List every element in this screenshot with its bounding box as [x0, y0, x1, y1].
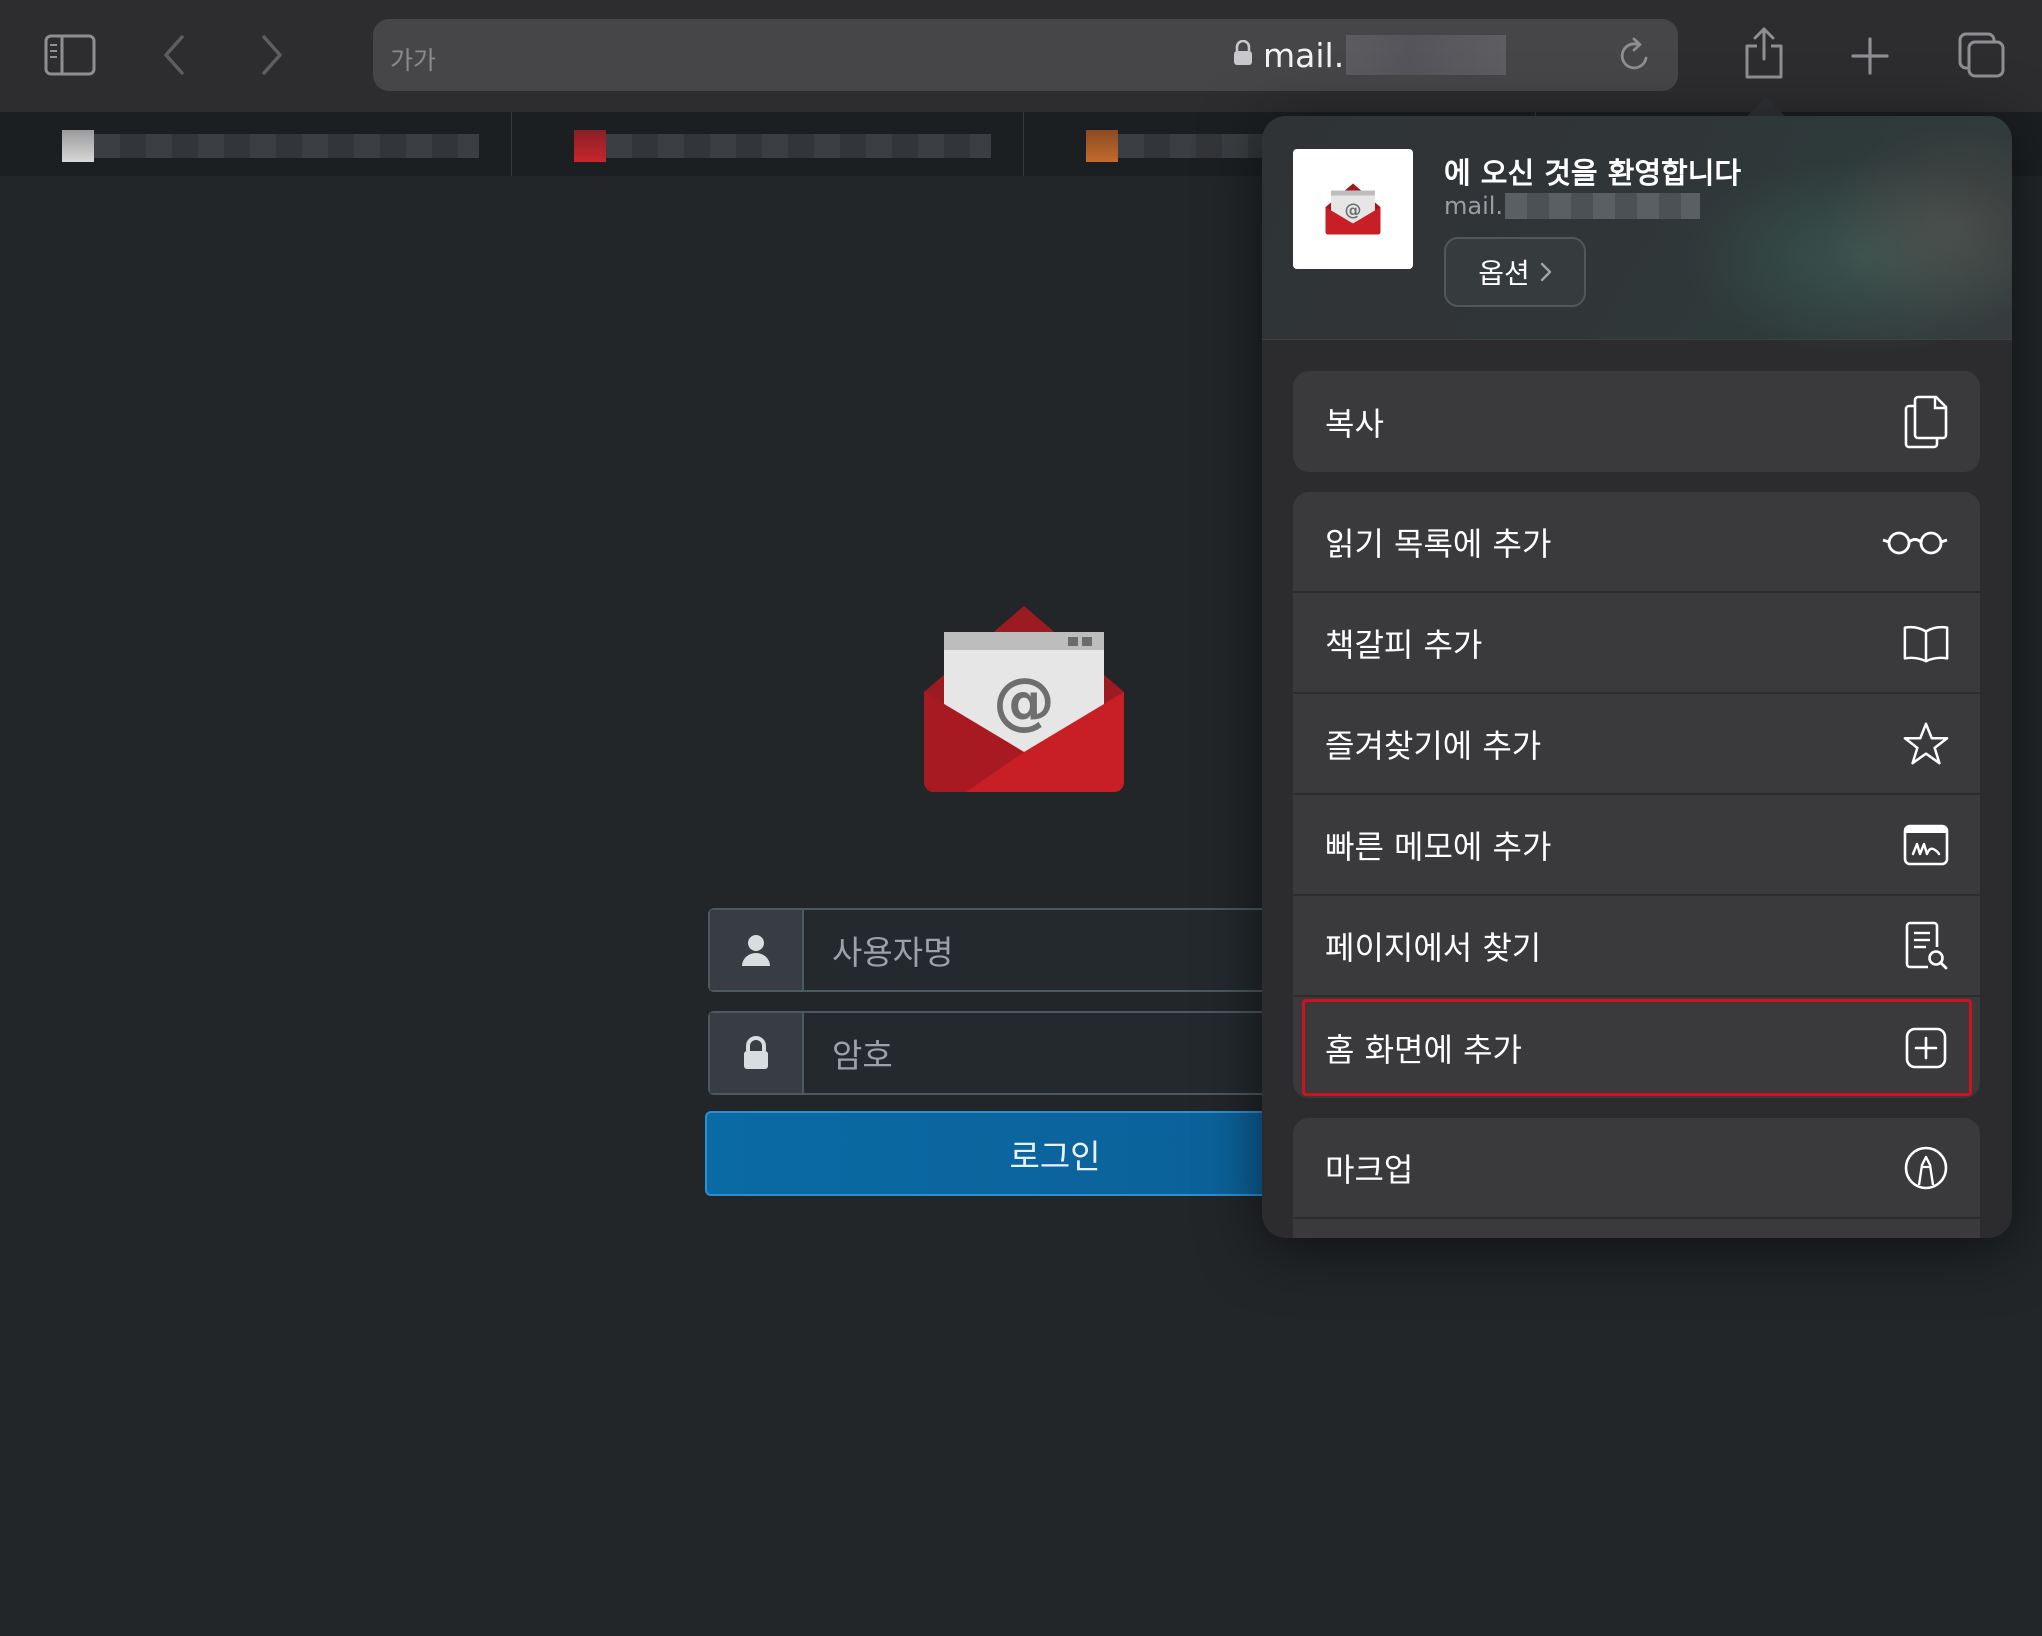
tab-1[interactable] — [0, 112, 512, 176]
back-icon[interactable] — [162, 34, 186, 76]
site-url-redacted — [1505, 193, 1701, 219]
tab-favicon — [574, 130, 606, 162]
username-placeholder: 사용자명 — [832, 933, 954, 972]
add-quick-note-action[interactable]: 빠른 메모에 추가 — [1293, 795, 1980, 896]
copy-action[interactable]: 복사 — [1293, 371, 1980, 472]
forward-icon[interactable] — [260, 34, 284, 76]
favorites-label: 즐겨찾기에 추가 — [1325, 726, 1542, 765]
add-square-icon — [1902, 1024, 1950, 1072]
options-label: 옵션 — [1478, 257, 1530, 290]
add-favorites-action[interactable]: 즐겨찾기에 추가 — [1293, 694, 1980, 795]
book-icon — [1902, 619, 1950, 667]
url-text: mail. — [1263, 35, 1345, 75]
url-redacted — [1346, 35, 1507, 75]
bookmark-label: 책갈피 추가 — [1325, 625, 1483, 664]
share-icon[interactable] — [1742, 26, 1786, 80]
markup-pen-icon — [1902, 1144, 1950, 1192]
markup-group: 마크업 — [1293, 1118, 1980, 1238]
share-sheet-popover: @ 에 오신 것을 환영합니다 mail. 옵션 복사 읽기 목록에 추가 책갈… — [1262, 116, 2012, 1238]
markup-action[interactable]: 마크업 — [1293, 1118, 1980, 1219]
site-url-text: mail. — [1444, 192, 1504, 220]
browser-toolbar: 가가 mail. — [0, 0, 2042, 112]
url-display[interactable]: mail. — [1233, 35, 1507, 75]
find-on-page-label: 페이지에서 찾기 — [1325, 928, 1542, 967]
new-tab-icon[interactable] — [1850, 36, 1890, 76]
chevron-right-icon — [1540, 262, 1551, 282]
quick-note-label: 빠른 메모에 추가 — [1325, 827, 1552, 866]
quick-note-icon — [1902, 821, 1950, 869]
find-on-page-action[interactable]: 페이지에서 찾기 — [1293, 896, 1980, 997]
copy-group: 복사 — [1293, 371, 1980, 472]
add-bookmark-action[interactable]: 책갈피 추가 — [1293, 593, 1980, 694]
popover-arrow — [1746, 97, 1786, 117]
svg-text:@: @ — [1345, 200, 1362, 220]
text-size-button[interactable]: 가가 — [390, 41, 436, 77]
site-title: 에 오신 것을 환영합니다 — [1444, 156, 1742, 190]
tab-favicon — [1086, 130, 1118, 162]
add-home-screen-action[interactable]: 홈 화면에 추가 — [1293, 997, 1980, 1098]
find-in-page-icon — [1902, 921, 1950, 970]
add-reading-list-action[interactable]: 읽기 목록에 추가 — [1293, 492, 1980, 593]
site-thumbnail-icon: @ — [1293, 149, 1413, 269]
glasses-icon — [1880, 518, 1950, 566]
share-sheet-header: @ 에 오신 것을 환영합니다 mail. 옵션 — [1262, 116, 2012, 356]
copy-icon — [1902, 395, 1950, 448]
tabs-overview-icon[interactable] — [1958, 32, 2006, 78]
site-url: mail. — [1444, 192, 1701, 220]
reading-list-label: 읽기 목록에 추가 — [1325, 524, 1552, 563]
tab-2[interactable] — [512, 112, 1024, 176]
reload-icon[interactable] — [1616, 36, 1652, 78]
lock-icon — [710, 1013, 804, 1093]
tab-title-redacted — [606, 134, 991, 158]
mail-logo-icon: @ — [922, 602, 1126, 800]
lock-icon — [1233, 39, 1253, 70]
markup-label: 마크업 — [1325, 1150, 1414, 1189]
sidebar-icon[interactable] — [44, 34, 96, 76]
tab-title-redacted — [94, 134, 479, 158]
star-icon — [1902, 720, 1950, 768]
tab-favicon — [62, 130, 94, 162]
svg-text:@: @ — [993, 664, 1055, 737]
password-placeholder: 암호 — [832, 1036, 893, 1075]
address-bar[interactable]: 가가 mail. — [373, 19, 1678, 91]
user-icon — [710, 910, 804, 990]
copy-label: 복사 — [1325, 404, 1384, 443]
actions-group: 읽기 목록에 추가 책갈피 추가 즐겨찾기에 추가 빠른 메모에 추가 페이지에… — [1293, 492, 1980, 1098]
options-button[interactable]: 옵션 — [1444, 237, 1586, 307]
add-home-screen-label: 홈 화면에 추가 — [1325, 1030, 1522, 1069]
